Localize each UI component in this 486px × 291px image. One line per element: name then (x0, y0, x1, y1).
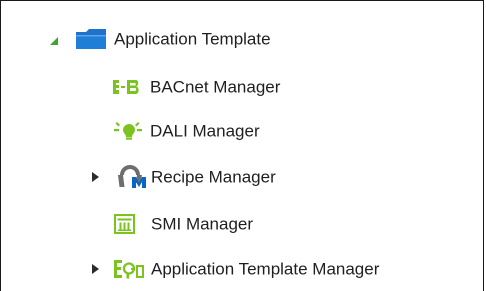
tree-item-bacnet-manager[interactable]: BACnet Manager (1, 75, 485, 99)
tree-item-label: Application Template (114, 29, 271, 49)
tree-item-smi-manager[interactable]: SMI Manager (1, 212, 485, 236)
tree-item-label: Application Template Manager (151, 259, 380, 279)
tree-item-label: SMI Manager (151, 214, 254, 234)
tree-item-recipe-manager[interactable]: Recipe Manager (1, 165, 485, 189)
tree-item-application-template[interactable]: Application Template (1, 27, 485, 51)
tree-item-label: Recipe Manager (151, 167, 276, 187)
collapsed-triangle-icon[interactable] (89, 171, 101, 183)
tree-item-label: BACnet Manager (150, 77, 281, 97)
tree-item-label: DALI Manager (150, 121, 260, 141)
expanded-triangle-icon[interactable] (48, 35, 60, 47)
tree-item-dali-manager[interactable]: DALI Manager (1, 119, 485, 143)
smi-icon (114, 214, 135, 234)
dali-lightbulb-icon (114, 122, 142, 140)
bacnet-icon (113, 80, 139, 94)
recipe-icon (118, 165, 146, 188)
collapsed-triangle-icon[interactable] (89, 263, 101, 275)
application-template-manager-icon (114, 260, 144, 279)
tree-panel: Application Template BACnet Manager DALI… (0, 0, 484, 291)
tree-item-application-template-manager[interactable]: Application Template Manager (1, 257, 485, 281)
folder-icon (76, 29, 106, 49)
